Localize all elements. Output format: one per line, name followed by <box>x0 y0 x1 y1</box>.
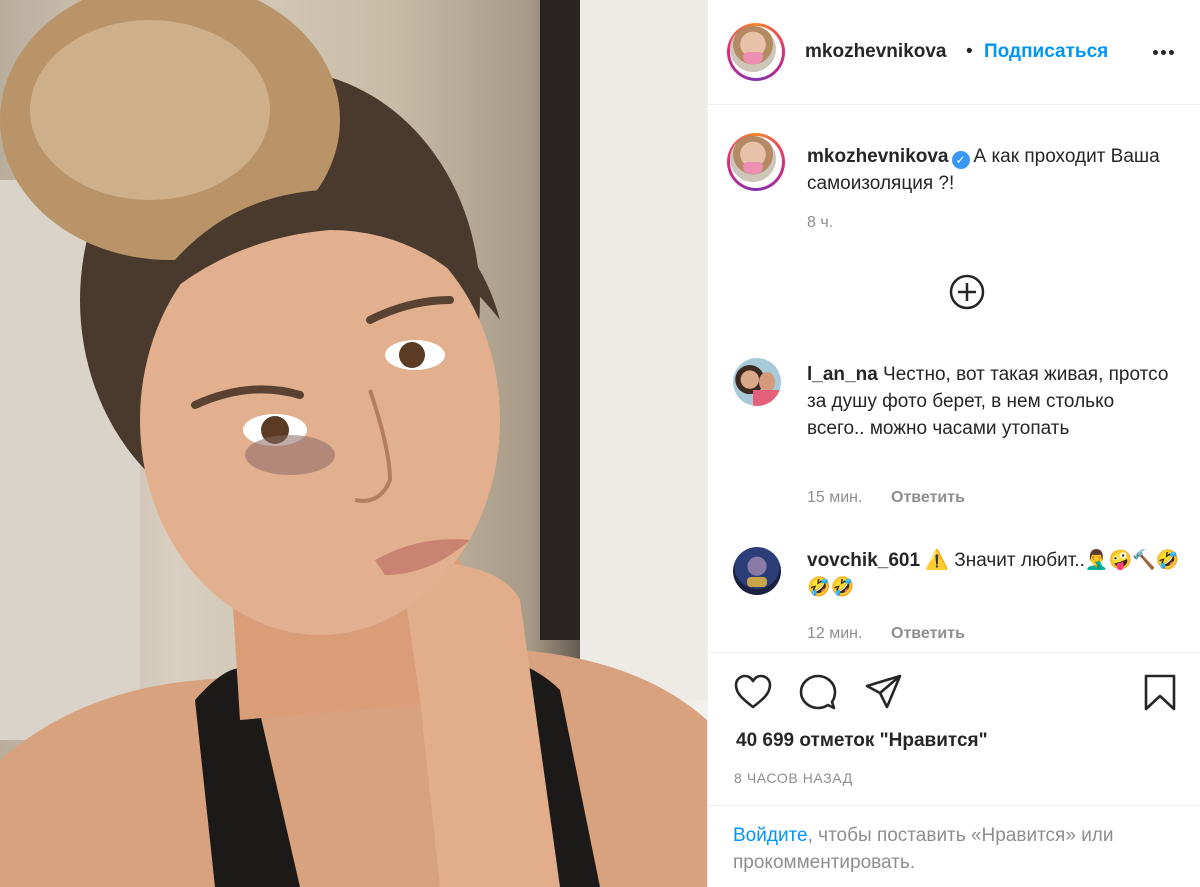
post-photo[interactable] <box>0 0 707 887</box>
heart-icon[interactable] <box>734 674 772 710</box>
share-icon[interactable] <box>865 674 903 710</box>
comment-item: vovchik_601 ⚠️ Значит любит..🤦‍♂️🤪🔨🤣🤣🤣 <box>807 547 1192 601</box>
comment-time: 15 мин. <box>807 489 863 506</box>
more-horizontal-icon[interactable] <box>1151 40 1177 64</box>
post-timestamp[interactable]: 8 ЧАСОВ НАЗАД <box>734 770 853 786</box>
post-sidebar: mkozhevnikova • Подписаться mkozhevnikov… <box>707 0 1200 887</box>
caption-avatar[interactable] <box>727 133 785 191</box>
follow-button[interactable]: Подписаться <box>984 41 1108 63</box>
comment-avatar[interactable] <box>733 358 781 406</box>
likes-count[interactable]: 40 699 отметок "Нравится" <box>736 730 988 752</box>
post-header: mkozhevnikova • Подписаться <box>708 0 1200 105</box>
comment-username[interactable]: vovchik_601 <box>807 550 920 571</box>
comment-avatar[interactable] <box>733 547 781 595</box>
login-prompt: Войдите, чтобы поставить «Нравится» или … <box>733 822 1183 876</box>
login-divider <box>708 805 1200 806</box>
comment-username[interactable]: l_an_na <box>807 364 878 385</box>
reply-button[interactable]: Ответить <box>891 625 965 643</box>
reply-button[interactable]: Ответить <box>891 489 965 507</box>
comment-item: l_an_na Честно, вот такая живая, протсо … <box>807 361 1177 442</box>
selfie-image <box>0 0 707 887</box>
login-link[interactable]: Войдите <box>733 825 808 846</box>
actions-divider <box>708 652 1200 653</box>
verified-badge-icon: ✓ <box>951 151 970 169</box>
caption-time: 8 ч. <box>807 214 834 231</box>
bookmark-icon[interactable] <box>1143 674 1177 712</box>
author-username[interactable]: mkozhevnikova <box>805 41 947 63</box>
header-separator: • <box>966 41 973 62</box>
comment-icon[interactable] <box>799 674 837 712</box>
comment-time: 12 мин. <box>807 625 863 642</box>
author-avatar[interactable] <box>727 23 785 81</box>
post-caption: mkozhevnikova ✓ А как проходит Ваша самоиз… <box>807 143 1167 197</box>
caption-username[interactable]: mkozhevnikova <box>807 146 949 167</box>
plus-circle-icon[interactable] <box>949 274 985 310</box>
